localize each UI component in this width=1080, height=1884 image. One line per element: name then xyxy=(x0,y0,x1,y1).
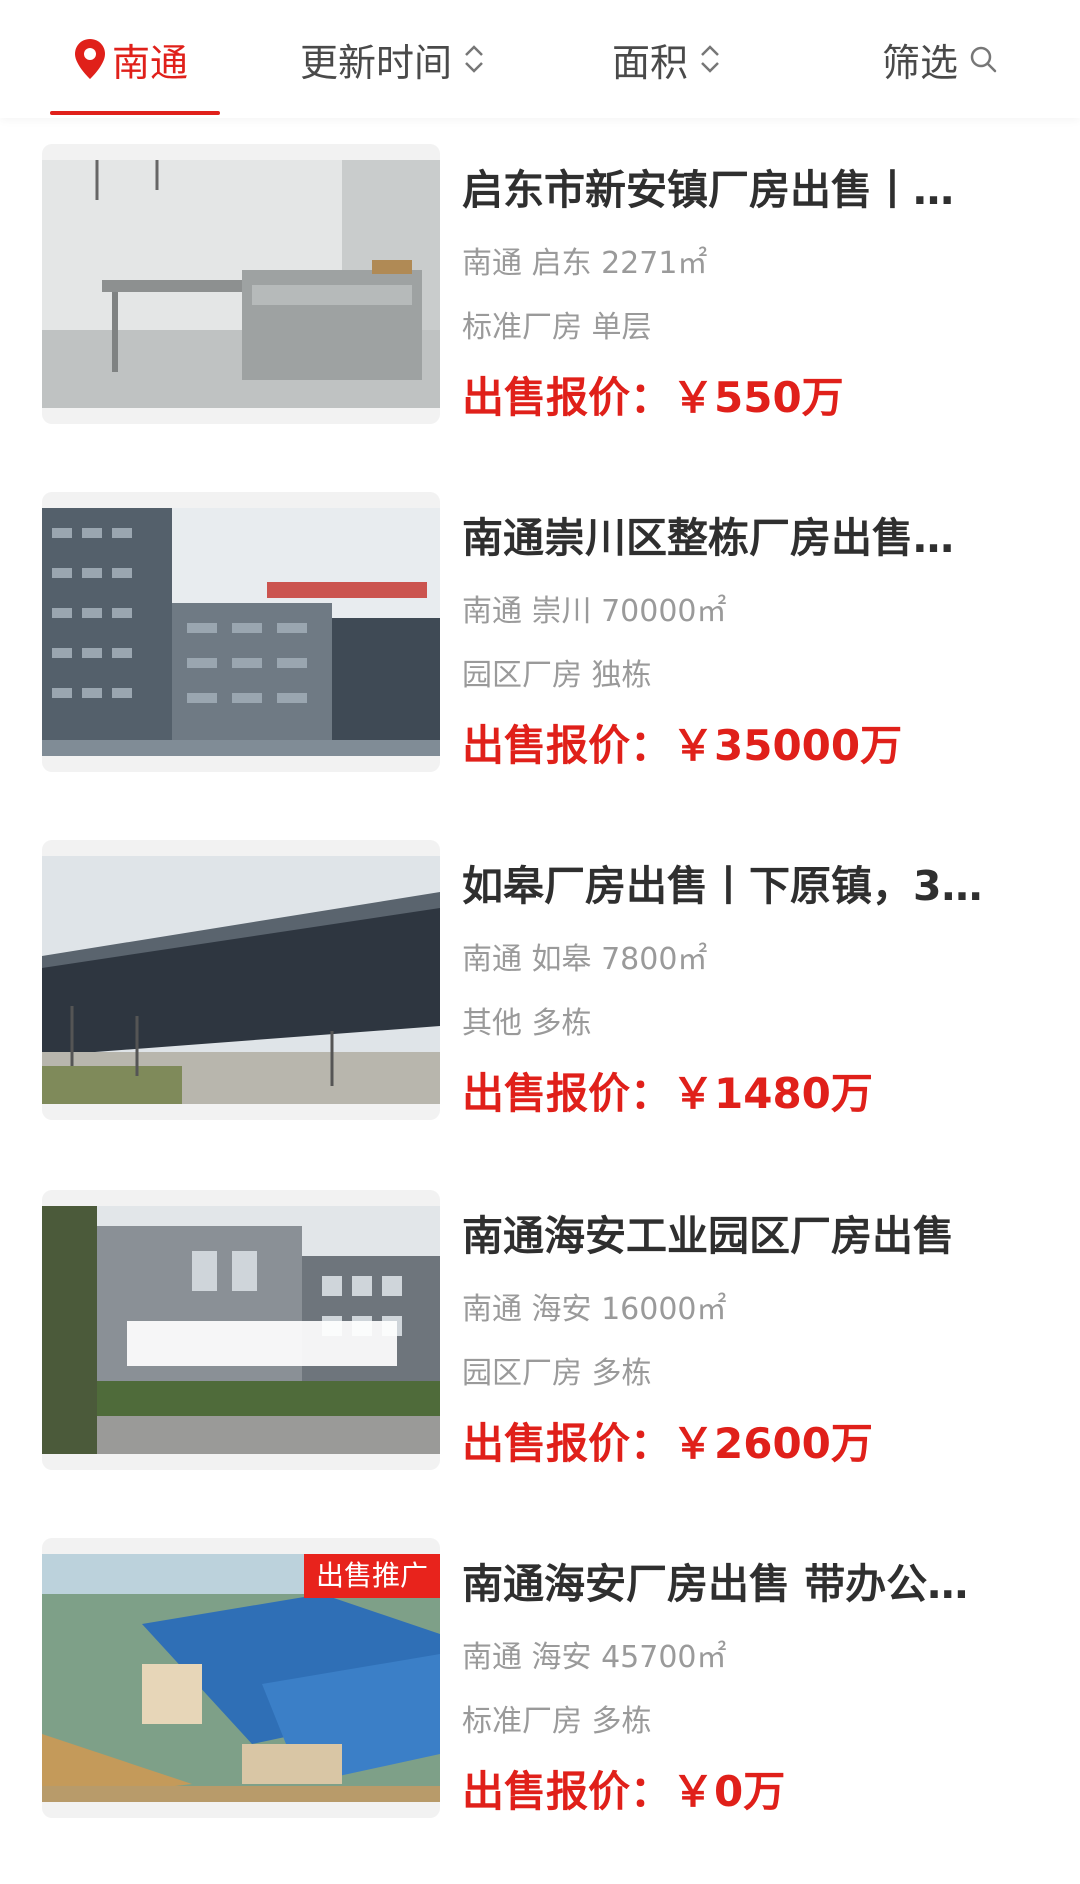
listing-price: 出售报价：￥1480万 xyxy=(462,1066,873,1122)
listing-thumbnail: 出售推广 xyxy=(42,1538,440,1818)
tab-filter[interactable]: 筛选 xyxy=(882,0,998,118)
price-value: ￥2600万 xyxy=(672,1419,873,1468)
price-label: 出售报价： xyxy=(462,1767,673,1816)
factory-interior-image xyxy=(42,160,440,408)
listing-price: 出售报价：￥2600万 xyxy=(462,1416,873,1472)
listing-type: 园区厂房 独栋 xyxy=(462,658,652,693)
price-label: 出售报价： xyxy=(462,373,673,422)
listing-type: 标准厂房 单层 xyxy=(462,310,652,345)
active-tab-indicator xyxy=(50,111,220,115)
price-label: 出售报价： xyxy=(462,1069,673,1118)
price-label: 出售报价： xyxy=(462,721,673,770)
tab-sort-update-time-label: 更新时间 xyxy=(300,40,453,85)
promotion-badge: 出售推广 xyxy=(303,1554,440,1598)
price-value: ￥35000万 xyxy=(672,721,903,770)
listing-thumbnail xyxy=(42,492,440,772)
listing-item[interactable]: 启东市新安镇厂房出售丨… 南通 启东 2271㎡ 标准厂房 单层 出售报价：￥5… xyxy=(42,144,1042,424)
tab-sort-update-time[interactable]: 更新时间 xyxy=(300,0,486,118)
listing-price: 出售报价：￥550万 xyxy=(462,370,844,426)
listing-type: 标准厂房 多栋 xyxy=(462,1704,652,1739)
price-value: ￥0万 xyxy=(672,1767,786,1816)
listing-type: 其他 多栋 xyxy=(462,1006,592,1041)
listing-price: 出售报价：￥0万 xyxy=(462,1764,785,1820)
sort-updown-icon xyxy=(701,45,719,73)
tab-city[interactable]: 南通 xyxy=(72,0,188,118)
listing-location-area: 南通 崇川 70000㎡ xyxy=(462,594,727,629)
listing-title: 启东市新安镇厂房出售丨… xyxy=(462,166,954,214)
sort-updown-icon xyxy=(465,45,483,73)
filter-bar: 南通 更新时间 面积 筛选 xyxy=(0,0,1080,118)
listing-type: 园区厂房 多栋 xyxy=(462,1356,652,1391)
listing-item[interactable]: 出售推广 南通海安厂房出售 带办公… 南通 海安 45700㎡ 标准厂房 多栋 … xyxy=(42,1538,1042,1818)
tab-sort-area-label: 面积 xyxy=(612,40,689,85)
listing-title: 南通崇川区整栋厂房出售… xyxy=(462,514,954,562)
listing-item[interactable]: 南通海安工业园区厂房出售 南通 海安 16000㎡ 园区厂房 多栋 出售报价：￥… xyxy=(42,1190,1042,1470)
listing-thumbnail xyxy=(42,840,440,1120)
search-icon xyxy=(970,46,997,73)
listing-thumbnail xyxy=(42,144,440,424)
listing-item[interactable]: 南通崇川区整栋厂房出售… 南通 崇川 70000㎡ 园区厂房 独栋 出售报价：￥… xyxy=(42,492,1042,772)
listing-thumbnail xyxy=(42,1190,440,1470)
price-value: ￥1480万 xyxy=(672,1069,873,1118)
price-label: 出售报价： xyxy=(462,1419,673,1468)
listing-price: 出售报价：￥35000万 xyxy=(462,718,902,774)
listing-location-area: 南通 如皋 7800㎡ xyxy=(462,942,708,977)
listing-location-area: 南通 启东 2271㎡ xyxy=(462,246,708,281)
listing-title: 南通海安厂房出售 带办公… xyxy=(462,1560,969,1608)
factory-exterior-image xyxy=(42,856,440,1104)
tab-city-label: 南通 xyxy=(112,40,189,85)
location-pin-icon xyxy=(75,39,105,79)
price-value: ￥550万 xyxy=(672,373,844,422)
office-buildings-image xyxy=(42,508,440,756)
listing-title: 如皋厂房出售丨下原镇，3… xyxy=(462,862,983,910)
listing-item[interactable]: 如皋厂房出售丨下原镇，3… 南通 如皋 7800㎡ 其他 多栋 出售报价：￥14… xyxy=(42,840,1042,1120)
listing-title: 南通海安工业园区厂房出售 xyxy=(462,1212,954,1260)
listing-location-area: 南通 海安 45700㎡ xyxy=(462,1640,727,1675)
listing-location-area: 南通 海安 16000㎡ xyxy=(462,1292,727,1327)
tab-sort-area[interactable]: 面积 xyxy=(612,0,722,118)
tab-filter-label: 筛选 xyxy=(882,40,959,85)
industrial-park-image xyxy=(42,1206,440,1454)
